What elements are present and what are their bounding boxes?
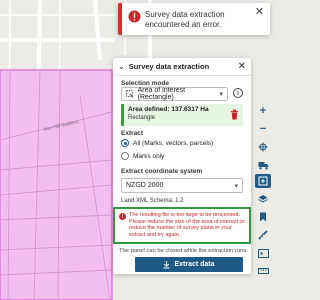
area-defined-box: Area defined: 137.6317 Ha Rectangle [121,104,243,126]
measure-icon[interactable] [255,228,271,242]
error-message-text: The resulting file is too large to be pr… [129,212,245,238]
landxml-schema-text: Land XML Schema: 1.2 [121,198,184,204]
extract-option-marks-label: Marks only [133,152,165,160]
panel-close-button[interactable]: ✕ [238,61,246,72]
error-message-box: ! The resulting file is too large to be … [113,207,251,244]
error-toast: Survey data extraction encountered an er… [118,3,270,35]
crs-label: Extract coordinate system [121,168,203,175]
panel-header: ⌄ Survey data extraction ✕ [113,58,251,76]
radio-unselected[interactable] [121,152,129,160]
survey-extraction-panel: ⌄ Survey data extraction ✕ Selection mod… [113,58,251,274]
location-icon[interactable] [255,140,271,154]
extract-option-marks[interactable]: Marks only [121,152,164,160]
crs-select[interactable]: NZGD 2000 ▾ [121,178,243,193]
toast-close-button[interactable]: ✕ [255,7,264,35]
truck-icon[interactable] [255,158,271,172]
toast-message: Survey data extraction encountered an er… [145,10,225,29]
crs-value: NZGD 2000 [126,182,164,189]
trash-icon[interactable] [230,109,239,120]
selection-mode-label: Selection mode [121,80,170,87]
radio-selected[interactable] [121,139,129,147]
selection-mode-value: Area of interest (Rectangle) [137,87,186,101]
layers-icon[interactable] [255,192,271,206]
extract-label: Extract [121,130,144,137]
selection-rectangle[interactable] [0,69,113,300]
area-defined-text: Area defined: 137.6317 Ha [128,106,209,113]
ruler-icon[interactable] [255,264,271,278]
bookmark-icon[interactable] [255,210,271,224]
alert-icon [128,10,141,23]
download-icon [163,260,170,268]
panel-title: Survey data extraction [128,62,210,71]
extract-option-all-label: All (Marks, vectors, parcels) [133,139,214,147]
zoom-in-icon[interactable]: + [255,104,271,118]
chevron-down-icon: ▾ [234,182,238,190]
closing-note: The panel can be closed while the extrac… [119,248,248,254]
terminal-icon[interactable] [255,246,271,260]
chevron-down-icon: ▾ [219,91,223,98]
extract-data-label: Extract data [174,261,215,268]
area-shape-text: Rectangle [128,115,156,121]
extract-data-button[interactable]: Extract data [135,257,243,272]
zoom-out-icon[interactable]: − [255,122,271,136]
selection-mode-select[interactable]: Area of interest (Rectangle) ▾ [121,87,228,101]
error-icon: ! [119,213,126,220]
rectangle-select-icon [126,90,134,98]
extract-option-all[interactable]: All (Marks, vectors, parcels) [121,139,213,147]
toast-accent [118,3,122,35]
info-icon[interactable]: i [233,88,243,98]
survey-extract-tool-icon[interactable] [255,174,271,188]
collapse-chevron-icon[interactable]: ⌄ [118,62,125,71]
